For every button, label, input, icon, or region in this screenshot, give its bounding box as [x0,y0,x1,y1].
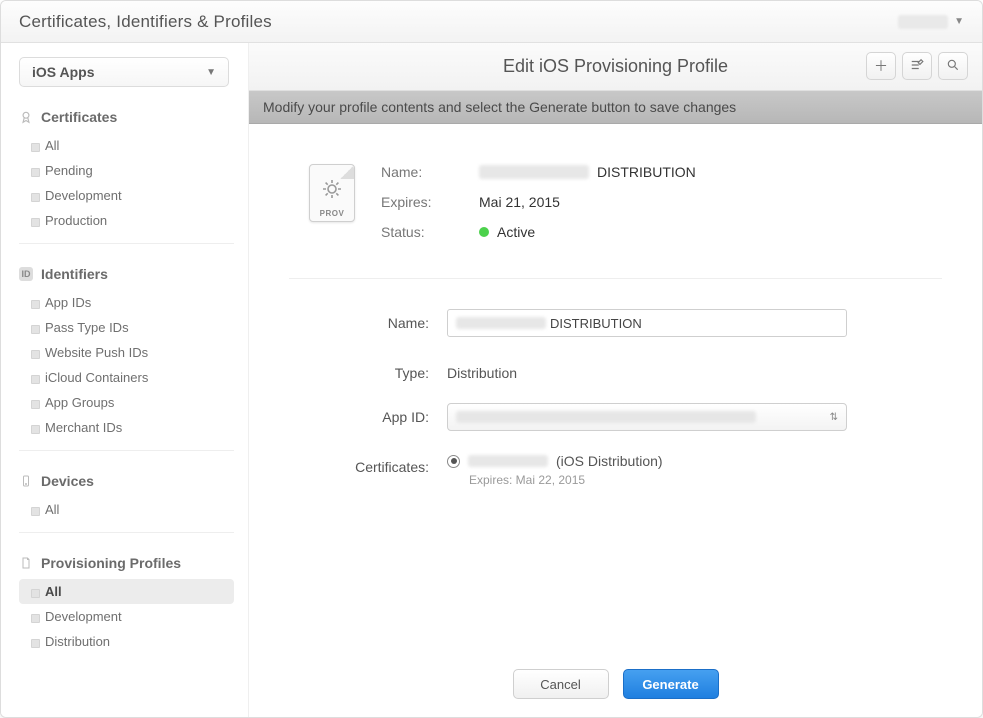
sidebar-item-website-push-ids[interactable]: Website Push IDs [19,340,234,365]
sidebar-section-identifiers[interactable]: ID Identifiers [19,262,234,286]
profile-summary: PROV Name: DISTRIBUTION Expires: Mai 21,… [249,124,982,278]
cancel-button[interactable]: Cancel [513,669,609,699]
form-type-value: Distribution [447,359,942,381]
select-arrows-icon: ⇅ [830,412,838,423]
summary-expires-label: Expires: [381,194,461,210]
app-id-select[interactable]: ⇅ [447,403,847,431]
sidebar-item-merchant-ids[interactable]: Merchant IDs [19,415,234,440]
document-icon [19,556,33,570]
ribbon-icon [19,110,33,124]
summary-expires-value: Mai 21, 2015 [479,194,696,210]
sidebar-item-development[interactable]: Development [19,183,234,208]
device-icon [19,474,33,488]
form-certificates-label: Certificates: [289,453,429,475]
sidebar-section-profiles[interactable]: Provisioning Profiles [19,551,234,575]
generate-button[interactable]: Generate [623,669,719,699]
sidebar-item-app-groups[interactable]: App Groups [19,390,234,415]
add-button[interactable]: ＋ [866,52,896,80]
form-name-label: Name: [289,309,429,331]
provisioning-profile-icon: PROV [309,164,355,222]
main-title: Edit iOS Provisioning Profile [503,56,728,77]
id-badge-icon: ID [19,267,33,281]
chevron-down-icon: ▼ [206,67,216,78]
sidebar-item-pending[interactable]: Pending [19,158,234,183]
form-appid-label: App ID: [289,403,429,425]
sidebar-section-certificates[interactable]: Certificates [19,105,234,129]
form-type-label: Type: [289,359,429,381]
platform-select[interactable]: iOS Apps ▼ [19,57,229,87]
sidebar-item-profiles-distribution[interactable]: Distribution [19,629,234,654]
sidebar-item-devices-all[interactable]: All [19,497,234,522]
radio-selected-icon [447,455,460,468]
main-header: Edit iOS Provisioning Profile ＋ [249,43,982,91]
sidebar-item-pass-type-ids[interactable]: Pass Type IDs [19,315,234,340]
redacted-text [479,165,589,179]
redacted-text [456,317,546,329]
search-button[interactable] [938,52,968,80]
summary-status-label: Status: [381,224,461,240]
edit-icon [909,58,925,75]
subheader: Modify your profile contents and select … [249,91,982,124]
redacted-text [456,411,756,423]
summary-name-label: Name: [381,164,461,180]
status-dot-icon [479,227,489,237]
sidebar-item-app-ids[interactable]: App IDs [19,290,234,315]
sidebar-item-all[interactable]: All [19,133,234,158]
chevron-down-icon: ▼ [954,16,964,27]
certificate-expires: Expires: Mai 22, 2015 [469,473,942,487]
sidebar-item-profiles-all[interactable]: All [19,579,234,604]
search-icon [946,58,960,75]
summary-status-value: Active [479,224,696,240]
summary-name-value: DISTRIBUTION [479,164,696,180]
plus-icon: ＋ [874,56,888,76]
name-input[interactable]: DISTRIBUTION [447,309,847,337]
main-panel: Edit iOS Provisioning Profile ＋ Modify y… [249,43,982,717]
platform-select-label: iOS Apps [32,64,95,80]
edit-button[interactable] [902,52,932,80]
sidebar-item-production[interactable]: Production [19,208,234,233]
sidebar-item-profiles-development[interactable]: Development [19,604,234,629]
sidebar: iOS Apps ▼ Certificates All Pending Deve… [1,43,249,717]
certificate-option[interactable]: (iOS Distribution) [447,453,942,469]
edit-form: Name: DISTRIBUTION Type: Distribution Ap… [249,279,982,569]
redacted-text [468,455,548,467]
account-menu[interactable]: ▼ [898,15,964,29]
account-name-redacted [898,15,948,29]
sidebar-section-devices[interactable]: Devices [19,469,234,493]
top-header: Certificates, Identifiers & Profiles ▼ [1,1,982,43]
page-title: Certificates, Identifiers & Profiles [19,12,272,32]
sidebar-item-icloud-containers[interactable]: iCloud Containers [19,365,234,390]
prov-icon-label: PROV [310,209,354,218]
